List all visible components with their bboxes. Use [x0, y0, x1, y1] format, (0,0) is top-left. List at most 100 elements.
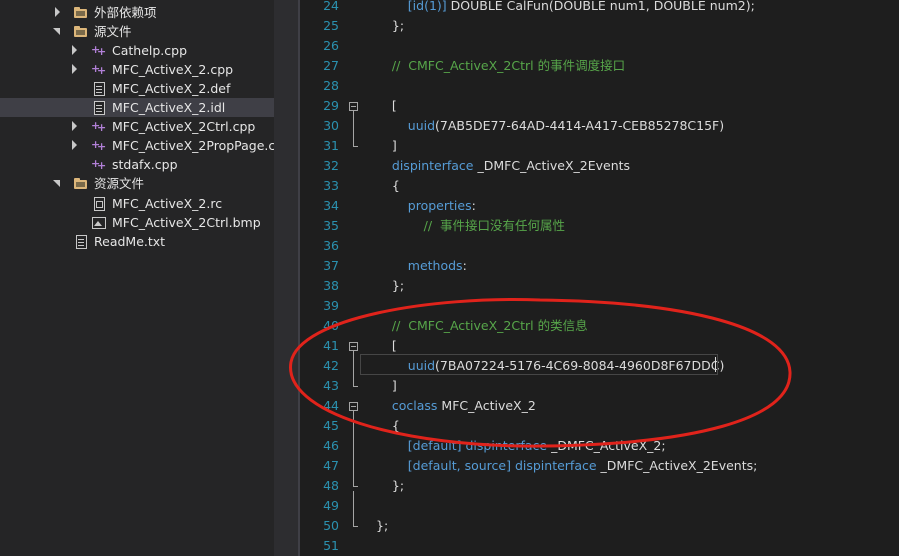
- chevron-right-icon[interactable]: [55, 7, 60, 17]
- code-line: 49: [300, 496, 899, 516]
- line-number: 42: [323, 358, 339, 373]
- code-text: {: [376, 176, 400, 196]
- line-number: 46: [323, 438, 339, 453]
- code-token: _DMFC_ActiveX_2Events: [477, 158, 631, 173]
- line-number: 50: [323, 518, 339, 533]
- tree-item-label: 资源文件: [94, 176, 145, 192]
- line-number: 45: [323, 418, 339, 433]
- line-number: 43: [323, 378, 339, 393]
- code-editor[interactable]: 24 [id(1)] DOUBLE CalFun(DOUBLE num1, DO…: [300, 0, 899, 556]
- tree-item[interactable]: + + stdafx.cpp: [0, 155, 274, 174]
- chevron-down-icon[interactable]: [53, 180, 60, 188]
- tree-item[interactable]: + + MFC_ActiveX_2PropPage.cpp: [0, 136, 274, 155]
- code-line: 30 uuid(7AB5DE77-64AD-4414-A417-CEB85278…: [300, 116, 899, 136]
- tree-item-label: MFC_ActiveX_2.def: [112, 81, 231, 97]
- line-number: 40: [323, 318, 339, 333]
- line-number: 49: [323, 498, 339, 513]
- code-text: };: [376, 276, 404, 296]
- code-token: ]: [376, 378, 397, 393]
- code-text: [default, source] dispinterface _DMFC_Ac…: [376, 456, 758, 476]
- code-text: methods:: [376, 256, 467, 276]
- tree-item-label: ReadMe.txt: [94, 233, 166, 249]
- chevron-right-icon[interactable]: [72, 64, 77, 75]
- tree-item-label: MFC_ActiveX_2.rc: [112, 195, 223, 211]
- code-token: // 事件接口没有任何属性: [376, 218, 566, 233]
- tree-item[interactable]: + + MFC_ActiveX_2.cpp: [0, 60, 274, 79]
- tree-item[interactable]: 资源文件: [0, 174, 274, 193]
- code-token: ]: [376, 138, 397, 153]
- code-text: // CMFC_ActiveX_2Ctrl 的类信息: [376, 316, 588, 336]
- code-text: [: [376, 336, 397, 356]
- tree-item[interactable]: 源文件: [0, 22, 274, 41]
- bitmap-file-icon: [91, 215, 107, 230]
- code-line: 45 {: [300, 416, 899, 436]
- code-line: 36: [300, 236, 899, 256]
- line-number: 47: [323, 458, 339, 473]
- code-token: methods: [376, 258, 463, 273]
- code-line: 50};: [300, 516, 899, 536]
- code-token: // CMFC_ActiveX_2Ctrl 的类信息: [376, 318, 588, 333]
- code-line: 32 dispinterface _DMFC_ActiveX_2Events: [300, 156, 899, 176]
- cpp-file-icon: + +: [91, 119, 107, 135]
- code-line: 25 };: [300, 16, 899, 36]
- code-text: coclass MFC_ActiveX_2: [376, 396, 536, 416]
- current-line-highlight: [360, 354, 718, 375]
- tree-item[interactable]: 外部依赖项: [0, 3, 274, 22]
- code-token: };: [376, 518, 389, 533]
- chevron-right-icon[interactable]: [72, 121, 77, 132]
- code-text: ]: [376, 136, 397, 156]
- code-line: 31 ]: [300, 136, 899, 156]
- line-number: 44: [323, 398, 339, 413]
- tree-item-label: Cathelp.cpp: [112, 43, 188, 59]
- line-number: 38: [323, 278, 339, 293]
- chevron-right-icon[interactable]: [72, 45, 77, 56]
- tree-item[interactable]: MFC_ActiveX_2.def: [0, 79, 274, 98]
- folder-icon: [73, 24, 89, 39]
- tree-item-label: 源文件: [94, 24, 132, 40]
- tree-item[interactable]: + + MFC_ActiveX_2Ctrl.cpp: [0, 117, 274, 136]
- code-token: coclass: [376, 398, 442, 413]
- cpp-file-icon: + +: [91, 43, 107, 59]
- code-token: [default] dispinterface: [376, 438, 552, 453]
- code-token: properties: [376, 198, 472, 213]
- chevron-down-icon[interactable]: [53, 28, 60, 36]
- code-text: // 事件接口没有任何属性: [376, 216, 565, 236]
- code-token: [: [376, 338, 397, 353]
- code-token: uuid: [376, 118, 436, 133]
- code-token: :: [462, 258, 467, 273]
- code-token: // CMFC_ActiveX_2Ctrl 的事件调度接口: [376, 58, 626, 73]
- code-line: 51: [300, 536, 899, 556]
- code-line: 26: [300, 36, 899, 56]
- code-token: (7AB5DE77-64AD-4414-A417-CEB85278C15F): [435, 118, 725, 133]
- code-token: DOUBLE CalFun(DOUBLE num1, DOUBLE num2);: [450, 0, 755, 13]
- code-line: 41 [: [300, 336, 899, 356]
- code-line: 24 [id(1)] DOUBLE CalFun(DOUBLE num1, DO…: [300, 0, 899, 16]
- code-token: MFC_ActiveX_2: [441, 398, 536, 413]
- line-number: 27: [323, 58, 339, 73]
- tree-item[interactable]: + + Cathelp.cpp: [0, 41, 274, 60]
- line-number: 51: [323, 538, 339, 553]
- code-line: 38 };: [300, 276, 899, 296]
- code-token: };: [376, 278, 405, 293]
- code-token: dispinterface: [376, 158, 478, 173]
- code-line: 29 [: [300, 96, 899, 116]
- code-text: {: [376, 416, 400, 436]
- line-number: 48: [323, 478, 339, 493]
- code-text: };: [376, 516, 388, 536]
- code-line: 44 coclass MFC_ActiveX_2: [300, 396, 899, 416]
- panel-splitter[interactable]: [274, 0, 300, 556]
- line-number: 29: [323, 98, 339, 113]
- tree-item[interactable]: MFC_ActiveX_2.idl: [0, 98, 274, 118]
- cpp-file-icon: + +: [91, 157, 107, 173]
- tree-item[interactable]: MFC_ActiveX_2Ctrl.bmp: [0, 213, 274, 232]
- line-number: 24: [323, 0, 339, 13]
- code-line: 48 };: [300, 476, 899, 496]
- folder-icon: [73, 5, 89, 20]
- tree-item-label: MFC_ActiveX_2PropPage.cpp: [112, 138, 274, 154]
- tree-item[interactable]: ReadMe.txt: [0, 232, 274, 251]
- tree-item-label: MFC_ActiveX_2.idl: [112, 100, 226, 116]
- tree-item[interactable]: MFC_ActiveX_2.rc: [0, 194, 274, 213]
- line-number: 30: [323, 118, 339, 133]
- chevron-right-icon[interactable]: [72, 140, 77, 151]
- tree-item-label: stdafx.cpp: [112, 157, 178, 173]
